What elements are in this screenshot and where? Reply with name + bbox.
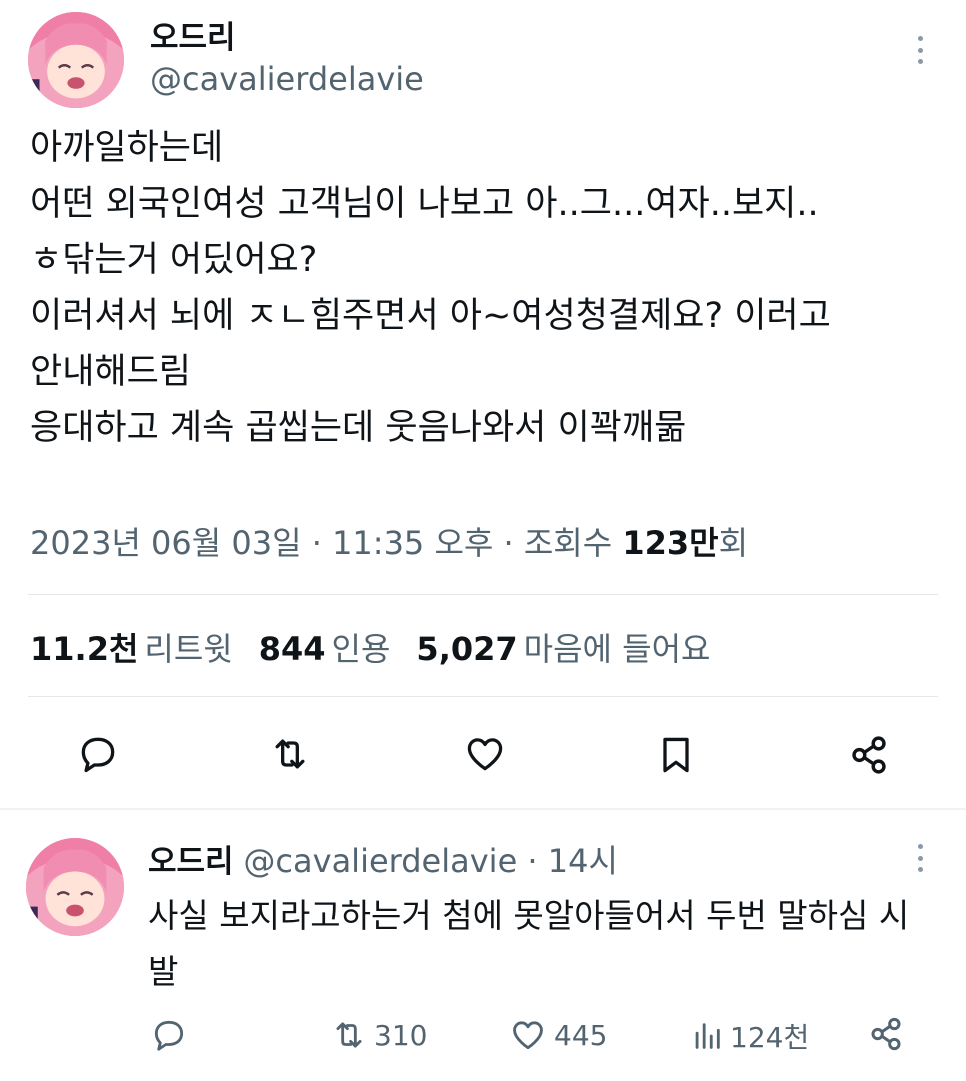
reply-author-display-name[interactable]: 오드리 xyxy=(148,844,234,880)
reply-text: 사실 보지라고하는거 첨에 못알아들어서 두번 말하심 시 발 xyxy=(148,888,948,1000)
like-icon xyxy=(467,738,503,771)
views-icon xyxy=(695,1023,720,1049)
retweet-label[interactable]: 리트윗 xyxy=(144,630,232,668)
share-icon xyxy=(871,1017,901,1051)
views-label: 조회수 xyxy=(523,524,623,562)
reply-author-handle[interactable]: @cavalierdelavie xyxy=(243,842,517,880)
reply-time-separator: · xyxy=(517,842,548,880)
meta-separator: · xyxy=(301,524,333,562)
divider xyxy=(28,594,938,595)
retweet-icon xyxy=(336,1022,362,1048)
tweet-text-line: ㅎ닦는거 어딨어요? xyxy=(30,240,318,280)
tweet-text-line: 응대하고 계속 곱씹는데 웃음나와서 이꽉깨묾 xyxy=(30,408,687,448)
bookmark-button[interactable] xyxy=(654,732,698,778)
reply-icon xyxy=(154,1020,184,1051)
reply-time[interactable]: 14시 xyxy=(548,842,618,880)
reply-share-button[interactable] xyxy=(866,1014,906,1054)
section-divider xyxy=(0,808,966,810)
reply-views-button[interactable]: 124천 xyxy=(690,1016,809,1056)
retweet-count[interactable]: 11.2천 xyxy=(30,630,138,668)
retweet-icon xyxy=(275,739,305,769)
reply-author-avatar[interactable] xyxy=(26,838,124,936)
tweet-time[interactable]: 11:35 오후 xyxy=(332,524,493,562)
tweet-meta: 2023년 06월 03일 · 11:35 오후 · 조회수 123만회 xyxy=(30,518,748,564)
tweet-text: 아까일하는데 어떤 외국인여성 고객님이 나보고 아..그...여자..보지..… xyxy=(30,120,950,456)
retweet-button[interactable] xyxy=(268,732,312,776)
author-display-name[interactable]: 오드리 xyxy=(150,12,236,57)
tweet-text-line: 이러셔서 뇌에 ㅈㄴ힘주면서 아~여성청결제요? 이러고 xyxy=(30,296,831,336)
reply-more-options-icon[interactable] xyxy=(908,840,932,876)
tweet-text-line: 안내해드림 xyxy=(30,352,192,392)
author-avatar[interactable] xyxy=(28,12,124,108)
reply-reply-button[interactable] xyxy=(150,1016,188,1054)
tweet-text-line: 아까일하는데 xyxy=(30,128,224,168)
more-options-icon[interactable] xyxy=(908,32,932,68)
reply-like-count: 445 xyxy=(554,1018,608,1052)
reply-retweet-count: 310 xyxy=(374,1018,428,1052)
reply-button[interactable] xyxy=(76,732,120,776)
divider xyxy=(28,696,938,697)
quote-label[interactable]: 인용 xyxy=(332,630,391,668)
like-icon xyxy=(513,1021,543,1050)
like-label[interactable]: 마음에 들어요 xyxy=(524,630,711,668)
like-count[interactable]: 5,027 xyxy=(416,630,517,668)
reply-text-line: 발 xyxy=(148,952,179,991)
reply-views-count: 124천 xyxy=(730,1021,810,1054)
share-button[interactable] xyxy=(846,732,892,778)
reply-icon xyxy=(81,737,115,773)
author-handle[interactable]: @cavalierdelavie xyxy=(150,60,424,98)
views-count: 123만 xyxy=(622,524,719,562)
reply-like-button[interactable]: 445 xyxy=(508,1016,607,1054)
tweet-text-line: 어떤 외국인여성 고객님이 나보고 아..그...여자..보지.. xyxy=(30,184,819,224)
quote-count[interactable]: 844 xyxy=(259,630,326,668)
engagement-stats: 11.2천 리트윗 844 인용 5,027 마음에 들어요 xyxy=(30,624,736,670)
reply-text-line: 사실 보지라고하는거 첨에 못알아들어서 두번 말하심 시 xyxy=(148,896,910,935)
reply-header: 오드리 @cavalierdelavie · 14시 xyxy=(148,836,618,882)
reply-retweet-button[interactable]: 310 xyxy=(330,1016,427,1054)
tweet-date[interactable]: 2023년 06월 03일 xyxy=(30,524,302,562)
meta-separator: · xyxy=(493,524,524,562)
like-button[interactable] xyxy=(462,732,508,776)
share-icon xyxy=(852,736,886,774)
bookmark-icon xyxy=(663,737,689,773)
views-suffix: 회 xyxy=(718,524,749,562)
